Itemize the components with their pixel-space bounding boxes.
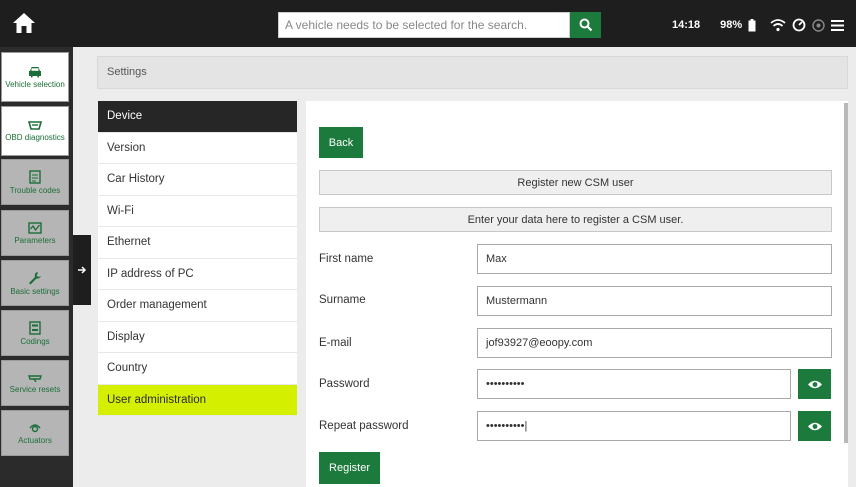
- search-icon: [579, 18, 592, 32]
- sidebar-item-service-resets[interactable]: Service resets: [1, 360, 69, 406]
- wifi-icon: [770, 18, 786, 32]
- menu-item-ip-address[interactable]: IP address of PC: [98, 258, 297, 290]
- first-name-label: First name: [319, 253, 374, 265]
- sidebar-item-label: Basic settings: [10, 286, 60, 296]
- sidebar-item-vehicle-selection[interactable]: Vehicle selection: [1, 52, 69, 102]
- sidebar-item-label: OBD diagnostics: [5, 132, 65, 142]
- sidebar-item-label: Service resets: [9, 384, 61, 394]
- scrollbar[interactable]: [844, 103, 848, 443]
- wrench-icon: [29, 271, 41, 284]
- show-repeat-password-button[interactable]: [798, 411, 831, 441]
- obd-plug-icon: [28, 120, 42, 130]
- sidebar-item-actuators[interactable]: Actuators: [1, 410, 69, 456]
- sidebar-item-basic-settings[interactable]: Basic settings: [1, 260, 69, 306]
- menu-item-car-history[interactable]: Car History: [98, 164, 297, 196]
- search-button[interactable]: [570, 12, 601, 38]
- trouble-codes-icon: [29, 169, 41, 184]
- register-button[interactable]: Register: [319, 452, 380, 484]
- sidebar-item-label: Parameters: [14, 235, 56, 245]
- dealer-icon: [812, 18, 825, 32]
- codings-icon: [29, 320, 41, 335]
- arrow-right-icon: [78, 266, 87, 274]
- menu-item-version[interactable]: Version: [98, 132, 297, 164]
- eye-icon: [807, 380, 822, 388]
- sidebar: Vehicle selection OBD diagnostics Troubl…: [0, 47, 73, 487]
- battery-level: 98%: [720, 19, 743, 31]
- sidebar-item-label: Actuators: [18, 435, 52, 445]
- settings-menu: Device Version Car History Wi-Fi Etherne…: [98, 101, 297, 416]
- password-field[interactable]: ••••••••••: [477, 369, 791, 399]
- sidebar-item-obd-diagnostics[interactable]: OBD diagnostics: [1, 106, 69, 156]
- form-info-bar: Enter your data here to register a CSM u…: [319, 207, 832, 232]
- sidebar-item-parameters[interactable]: Parameters: [1, 210, 69, 256]
- service-reset-icon: [28, 374, 42, 382]
- home-icon[interactable]: [12, 12, 36, 34]
- sidebar-item-label: Codings: [20, 336, 50, 346]
- form-title-bar: Register new CSM user: [319, 170, 832, 195]
- email-field[interactable]: jof93927@eoopy.com: [477, 328, 832, 358]
- expand-sidebar-button[interactable]: [73, 235, 91, 305]
- clock: 14:18: [672, 19, 701, 31]
- menu-item-wifi[interactable]: Wi-Fi: [98, 195, 297, 227]
- show-password-button[interactable]: [798, 369, 831, 399]
- repeat-password-field[interactable]: ••••••••••|: [477, 411, 791, 441]
- top-bar: A vehicle needs to be selected for the s…: [0, 0, 856, 47]
- status-bar: 14:18 98%: [672, 15, 845, 35]
- surname-label: Surname: [319, 294, 366, 306]
- sidebar-item-trouble-codes[interactable]: Trouble codes: [1, 159, 69, 205]
- sidebar-item-label: Vehicle selection: [5, 79, 65, 89]
- menu-item-device[interactable]: Device: [98, 101, 297, 133]
- menu-item-user-administration[interactable]: User administration: [98, 384, 297, 416]
- first-name-field[interactable]: Max: [477, 244, 832, 274]
- repeat-password-label: Repeat password: [319, 420, 409, 432]
- parameters-icon: [28, 221, 42, 234]
- email-label: E-mail: [319, 337, 352, 349]
- menu-item-display[interactable]: Display: [98, 321, 297, 353]
- password-label: Password: [319, 378, 370, 390]
- sidebar-item-codings[interactable]: Codings: [1, 310, 69, 356]
- sidebar-item-label: Trouble codes: [9, 185, 61, 195]
- search-input[interactable]: A vehicle needs to be selected for the s…: [278, 12, 570, 38]
- menu-item-ethernet[interactable]: Ethernet: [98, 227, 297, 259]
- menu-icon[interactable]: [831, 19, 845, 31]
- actuators-icon: [29, 423, 41, 432]
- breadcrumb: Settings: [97, 56, 848, 89]
- back-button[interactable]: Back: [319, 127, 363, 158]
- menu-item-country[interactable]: Country: [98, 353, 297, 385]
- menu-item-order-management[interactable]: Order management: [98, 290, 297, 322]
- surname-field[interactable]: Mustermann: [477, 286, 832, 316]
- speedometer-icon: [792, 18, 806, 32]
- battery-icon: [748, 18, 756, 32]
- car-icon: [29, 66, 41, 77]
- eye-icon: [807, 422, 822, 430]
